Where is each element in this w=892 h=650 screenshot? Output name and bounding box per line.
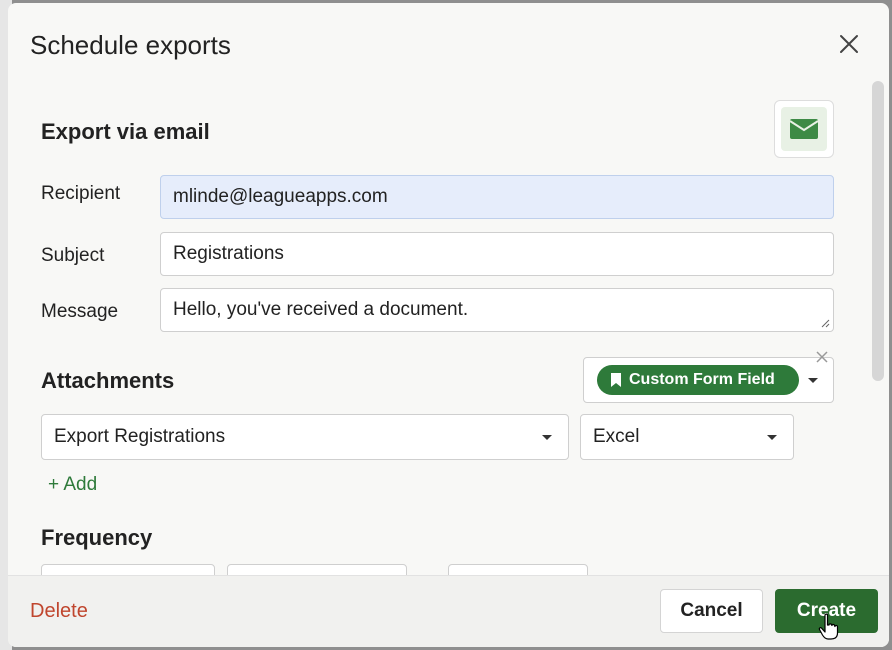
file-format-select[interactable]: Excel — [580, 414, 794, 460]
close-button[interactable] — [836, 31, 862, 57]
recipient-label: Recipient — [41, 183, 121, 204]
custom-form-field-tag: Custom Form Field — [597, 365, 799, 395]
export-type-select[interactable]: Export Registrations — [41, 414, 569, 460]
chevron-down-icon — [808, 378, 818, 383]
dialog-body: Export via email Recipient mlinde@league… — [8, 83, 889, 575]
remove-attachment-icon[interactable] — [814, 349, 830, 365]
dialog-header: Schedule exports — [8, 3, 889, 83]
subject-input[interactable]: Registrations — [160, 232, 834, 276]
message-text: Hello, you've received a document. — [173, 299, 469, 320]
hand-pointer-icon — [818, 613, 839, 640]
attachments-heading: Attachments — [41, 368, 175, 393]
frequency-heading: Frequency — [41, 525, 153, 550]
scrollbar-thumb[interactable] — [872, 81, 884, 381]
delete-button[interactable]: Delete — [30, 600, 88, 623]
frequency-select-3[interactable] — [448, 564, 588, 575]
dialog-title: Schedule exports — [30, 30, 231, 60]
message-textarea[interactable]: Hello, you've received a document. — [160, 288, 834, 332]
export-via-email-heading: Export via email — [41, 119, 210, 144]
custom-form-field-select[interactable]: Custom Form Field — [583, 357, 834, 403]
resize-grip-icon[interactable] — [820, 318, 830, 328]
frequency-select-1[interactable] — [41, 564, 215, 575]
chevron-down-icon — [767, 435, 777, 440]
envelope-icon — [790, 119, 818, 139]
add-attachment-link[interactable]: + Add — [48, 474, 97, 496]
dialog-footer: Delete Cancel Create — [8, 575, 889, 647]
export-type-value: Export Registrations — [54, 426, 226, 447]
schedule-exports-dialog: Schedule exports Export via email Recipi… — [8, 3, 889, 647]
email-badge — [774, 100, 834, 158]
chevron-down-icon — [542, 435, 552, 440]
subject-label: Subject — [41, 245, 105, 266]
frequency-select-2[interactable] — [227, 564, 407, 575]
cancel-button[interactable]: Cancel — [660, 589, 763, 633]
close-icon — [840, 35, 858, 53]
message-label: Message — [41, 301, 119, 322]
recipient-input[interactable]: mlinde@leagueapps.com — [160, 175, 834, 219]
file-format-value: Excel — [593, 426, 640, 447]
custom-form-field-label: Custom Form Field — [629, 371, 775, 388]
bookmark-icon — [611, 373, 621, 387]
